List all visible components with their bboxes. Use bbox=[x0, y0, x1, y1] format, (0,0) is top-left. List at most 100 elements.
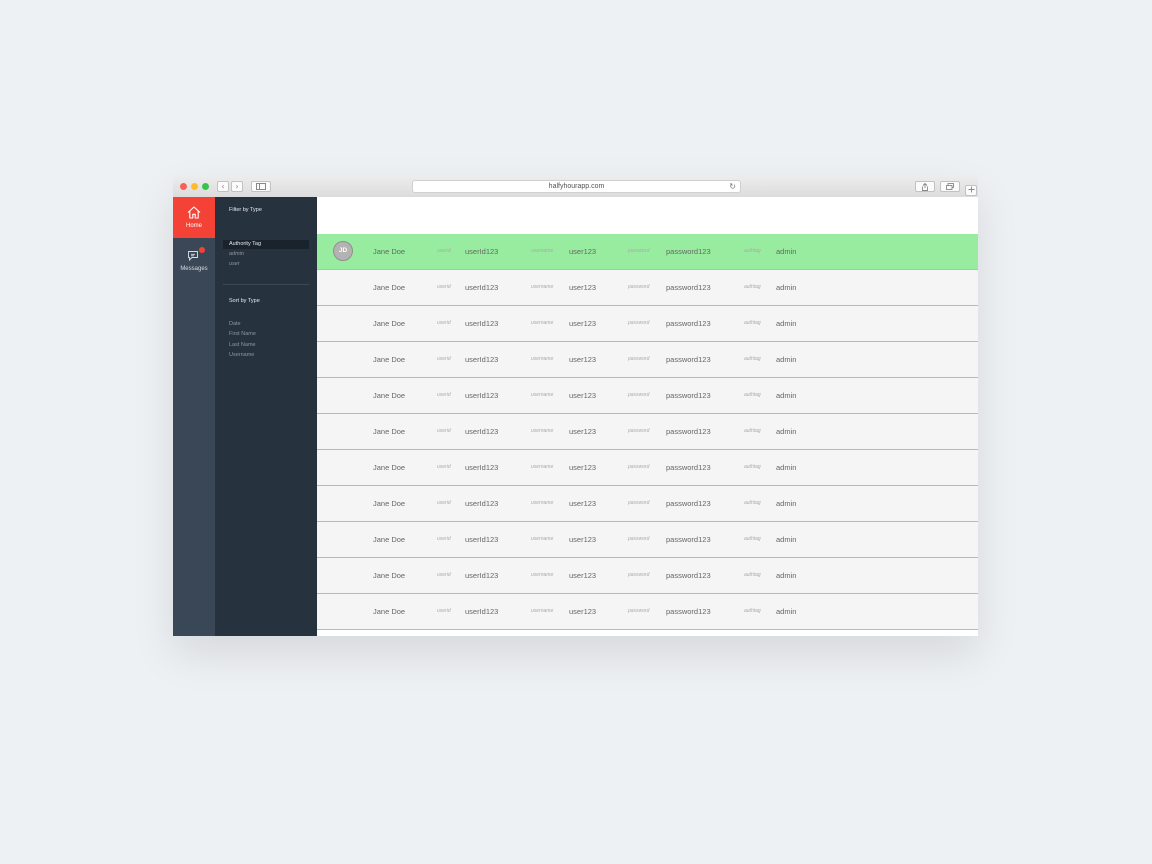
password-label: password bbox=[628, 500, 650, 506]
password-label: password bbox=[628, 284, 650, 290]
user-row[interactable]: Jane Doe userid userId123 username user123 pa… bbox=[317, 378, 978, 414]
userid-label: userid bbox=[437, 356, 451, 362]
username-label: username bbox=[531, 284, 554, 290]
password-value: password123 bbox=[666, 463, 711, 472]
authtag-value: admin bbox=[776, 463, 797, 472]
username-label: username bbox=[531, 392, 554, 398]
chevron-left-icon: ‹ bbox=[221, 182, 225, 191]
userid-label: userid bbox=[437, 392, 451, 398]
username-label: username bbox=[531, 572, 554, 578]
user-row[interactable]: Jane Doe userid userId123 username user123 pa… bbox=[317, 450, 978, 486]
username-value: user123 bbox=[569, 247, 597, 256]
authtag-value: admin bbox=[776, 355, 797, 364]
tabs-overview-button[interactable] bbox=[940, 181, 960, 192]
notification-badge bbox=[199, 247, 205, 253]
userid-label: userid bbox=[437, 536, 451, 542]
user-name: Jane Doe bbox=[373, 391, 406, 400]
username-label: username bbox=[531, 608, 554, 614]
authtag-label: authtag bbox=[744, 284, 761, 290]
filter-option-admin[interactable]: admin bbox=[229, 251, 244, 257]
userid-value: userId123 bbox=[465, 391, 499, 400]
userid-value: userId123 bbox=[465, 499, 499, 508]
user-row[interactable]: Jane Doe userid userId123 username user123 pa… bbox=[317, 558, 978, 594]
userid-value: userId123 bbox=[465, 427, 499, 436]
user-row[interactable]: Jane Doe userid userId123 username user123 pa… bbox=[317, 270, 978, 306]
password-label: password bbox=[628, 356, 650, 362]
username-label: username bbox=[531, 320, 554, 326]
username-value: user123 bbox=[569, 283, 597, 292]
username-value: user123 bbox=[569, 571, 597, 580]
forward-button[interactable]: › bbox=[231, 181, 243, 192]
user-row[interactable]: Jane Doe userid userId123 username user123 pa… bbox=[317, 594, 978, 630]
share-button[interactable] bbox=[915, 181, 935, 192]
filter-option-user[interactable]: user bbox=[229, 261, 240, 267]
authtag-label: authtag bbox=[744, 464, 761, 470]
nav-item-home[interactable]: Home bbox=[173, 197, 215, 238]
filter-authority-tag[interactable]: Authority Tag bbox=[229, 241, 261, 247]
user-row[interactable]: Jane Doe userid userId123 username user123 pa… bbox=[317, 414, 978, 450]
authtag-label: authtag bbox=[744, 392, 761, 398]
authtag-value: admin bbox=[776, 247, 797, 256]
user-name: Jane Doe bbox=[373, 427, 406, 436]
tabs-icon bbox=[946, 183, 954, 190]
authtag-label: authtag bbox=[744, 500, 761, 506]
username-label: username bbox=[531, 500, 554, 506]
authtag-label: authtag bbox=[744, 608, 761, 614]
userid-label: userid bbox=[437, 428, 451, 434]
home-icon bbox=[187, 206, 201, 219]
password-value: password123 bbox=[666, 607, 711, 616]
username-value: user123 bbox=[569, 499, 597, 508]
authtag-label: authtag bbox=[744, 356, 761, 362]
authtag-value: admin bbox=[776, 571, 797, 580]
reload-icon[interactable]: ↻ bbox=[729, 181, 736, 192]
password-value: password123 bbox=[666, 391, 711, 400]
user-row[interactable]: JD Jane Doe userid userId123 username user123… bbox=[317, 234, 978, 270]
user-list: JD Jane Doe userid userId123 username user123… bbox=[317, 234, 978, 630]
authtag-label: authtag bbox=[744, 320, 761, 326]
user-row[interactable]: Jane Doe userid userId123 username user123 pa… bbox=[317, 342, 978, 378]
password-label: password bbox=[628, 320, 650, 326]
authtag-label: authtag bbox=[744, 536, 761, 542]
authtag-value: admin bbox=[776, 319, 797, 328]
authtag-label: authtag bbox=[744, 572, 761, 578]
username-value: user123 bbox=[569, 391, 597, 400]
password-label: password bbox=[628, 464, 650, 470]
user-name: Jane Doe bbox=[373, 355, 406, 364]
address-bar[interactable]: halfyhourapp.com ↻ bbox=[412, 180, 741, 193]
nav-label-messages: Messages bbox=[180, 266, 208, 272]
user-row[interactable]: Jane Doe userid userId123 username user123 pa… bbox=[317, 306, 978, 342]
share-icon bbox=[922, 182, 928, 191]
username-label: username bbox=[531, 248, 554, 254]
close-window-button[interactable] bbox=[180, 183, 187, 190]
user-name: Jane Doe bbox=[373, 463, 406, 472]
userid-label: userid bbox=[437, 572, 451, 578]
app-nav: Home Messages bbox=[173, 197, 215, 636]
user-name: Jane Doe bbox=[373, 283, 406, 292]
sort-option-first-name[interactable]: First Name bbox=[229, 331, 256, 337]
back-button[interactable]: ‹ bbox=[217, 181, 229, 192]
password-value: password123 bbox=[666, 571, 711, 580]
password-value: password123 bbox=[666, 499, 711, 508]
userid-value: userId123 bbox=[465, 247, 499, 256]
password-label: password bbox=[628, 248, 650, 254]
sort-option-date[interactable]: Date bbox=[229, 321, 241, 327]
user-name: Jane Doe bbox=[373, 499, 406, 508]
filter-panel: Filter by Type Authority Tag admin user … bbox=[215, 197, 317, 636]
url-text: halfyhourapp.com bbox=[548, 183, 605, 190]
minimize-window-button[interactable] bbox=[191, 183, 198, 190]
authtag-label: authtag bbox=[744, 248, 761, 254]
user-row[interactable]: Jane Doe userid userId123 username user123 pa… bbox=[317, 486, 978, 522]
password-label: password bbox=[628, 608, 650, 614]
zoom-window-button[interactable] bbox=[202, 183, 209, 190]
password-label: password bbox=[628, 572, 650, 578]
sidebar-toggle-button[interactable] bbox=[251, 181, 271, 192]
sort-option-last-name[interactable]: Last Name bbox=[229, 342, 256, 348]
browser-window: ‹ › halfyhourapp.com ↻ Home Messages Fil… bbox=[173, 177, 978, 636]
nav-item-messages[interactable]: Messages bbox=[173, 246, 215, 276]
new-tab-button[interactable] bbox=[965, 185, 977, 196]
avatar: JD bbox=[333, 241, 353, 261]
sort-option-username[interactable]: Username bbox=[229, 352, 254, 358]
user-row[interactable]: Jane Doe userid userId123 username user123 pa… bbox=[317, 522, 978, 558]
username-value: user123 bbox=[569, 427, 597, 436]
userid-label: userid bbox=[437, 284, 451, 290]
